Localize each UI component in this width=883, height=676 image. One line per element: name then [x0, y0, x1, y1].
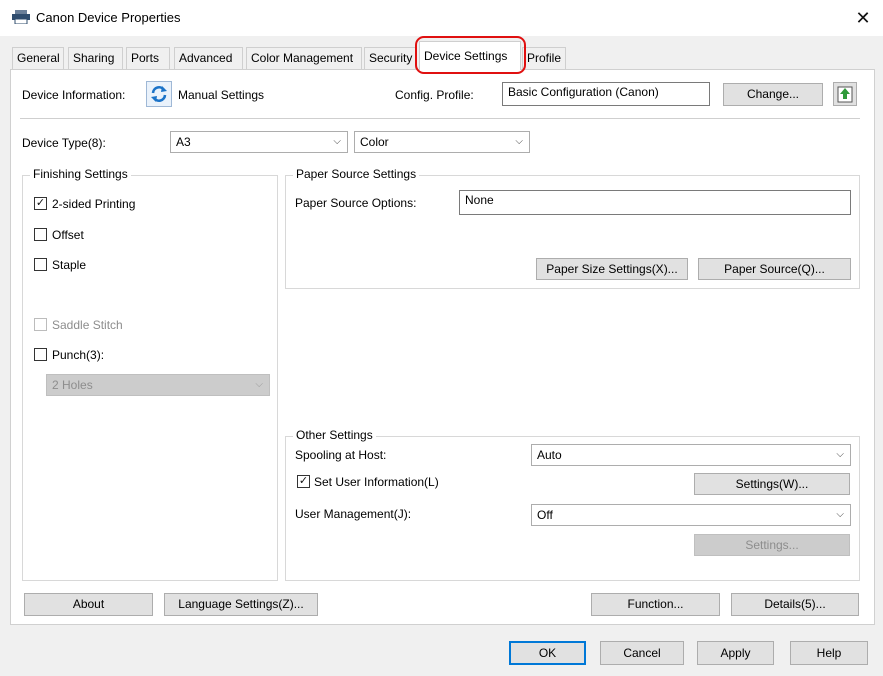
- device-type-label: Device Type(8):: [22, 136, 106, 150]
- settings-w-button[interactable]: Settings(W)...: [694, 473, 850, 495]
- chevron-down-icon: ⌵: [255, 379, 263, 390]
- paper-source-button[interactable]: Paper Source(Q)...: [698, 258, 851, 280]
- ok-button[interactable]: OK: [509, 641, 586, 665]
- set-user-information-checkbox[interactable]: ✓: [297, 475, 310, 488]
- apply-button[interactable]: Apply: [697, 641, 774, 665]
- settings-disabled-button: Settings...: [694, 534, 850, 556]
- spooling-at-host-value: Auto: [537, 448, 562, 462]
- tab-security[interactable]: Security: [364, 47, 416, 69]
- staple-label: Staple: [52, 258, 87, 272]
- punch-label: Punch(3):: [52, 348, 105, 362]
- paper-source-options-label: Paper Source Options:: [295, 196, 417, 210]
- set-user-information-label: Set User Information(L): [314, 475, 439, 489]
- device-info-value: Manual Settings: [178, 88, 265, 102]
- user-management-label: User Management(J):: [295, 507, 412, 521]
- saddle-stitch-label: Saddle Stitch: [52, 318, 123, 332]
- device-type-color-select[interactable]: Color ⌵: [354, 131, 530, 153]
- tab-ports[interactable]: Ports: [126, 47, 170, 69]
- function-button[interactable]: Function...: [591, 593, 720, 616]
- chevron-down-icon: ⌵: [836, 449, 844, 460]
- refresh-icon[interactable]: [146, 81, 172, 107]
- language-settings-button[interactable]: Language Settings(Z)...: [164, 593, 318, 616]
- staple-checkbox[interactable]: [34, 258, 47, 271]
- paper-size-settings-button[interactable]: Paper Size Settings(X)...: [536, 258, 688, 280]
- spooling-at-host-select[interactable]: Auto ⌵: [531, 444, 851, 466]
- device-type-size-value: A3: [176, 135, 191, 149]
- tab-profile[interactable]: Profile: [522, 47, 566, 69]
- device-info-label: Device Information:: [22, 88, 126, 102]
- device-type-size-select[interactable]: A3 ⌵: [170, 131, 348, 153]
- upload-icon[interactable]: [833, 82, 857, 106]
- tab-sharing[interactable]: Sharing: [68, 47, 123, 69]
- help-button[interactable]: Help: [790, 641, 868, 665]
- change-button[interactable]: Change...: [723, 83, 823, 106]
- user-management-select[interactable]: Off ⌵: [531, 504, 851, 526]
- tab-general[interactable]: General: [12, 47, 64, 69]
- details-button[interactable]: Details(5)...: [731, 593, 859, 616]
- punch-checkbox[interactable]: [34, 348, 47, 361]
- tab-device-settings[interactable]: Device Settings: [419, 41, 521, 70]
- chevron-down-icon: ⌵: [333, 136, 341, 147]
- punch-holes-value: 2 Holes: [52, 378, 93, 392]
- config-profile-field[interactable]: Basic Configuration (Canon): [502, 82, 710, 106]
- chevron-down-icon: ⌵: [515, 136, 523, 147]
- paper-source-settings-title: Paper Source Settings: [293, 167, 420, 181]
- header-separator: [20, 118, 860, 119]
- two-sided-printing-checkbox[interactable]: ✓: [34, 197, 47, 210]
- other-settings-title: Other Settings: [293, 428, 376, 442]
- saddle-stitch-checkbox: [34, 318, 47, 331]
- about-button[interactable]: About: [24, 593, 153, 616]
- config-profile-label: Config. Profile:: [395, 88, 474, 102]
- two-sided-printing-label: 2-sided Printing: [52, 197, 136, 211]
- offset-checkbox[interactable]: [34, 228, 47, 241]
- chevron-down-icon: ⌵: [836, 509, 844, 520]
- device-type-color-value: Color: [360, 135, 389, 149]
- cancel-button[interactable]: Cancel: [600, 641, 684, 665]
- offset-label: Offset: [52, 228, 84, 242]
- tab-advanced[interactable]: Advanced: [174, 47, 243, 69]
- finishing-settings-title: Finishing Settings: [30, 167, 131, 181]
- paper-source-options-field[interactable]: None: [459, 190, 851, 215]
- punch-holes-select: 2 Holes ⌵: [46, 374, 270, 396]
- window-title: Canon Device Properties: [36, 10, 181, 25]
- close-button[interactable]: ✕: [848, 4, 878, 32]
- user-management-value: Off: [537, 508, 553, 522]
- printer-icon: [12, 10, 30, 25]
- spooling-at-host-label: Spooling at Host:: [295, 448, 387, 462]
- tab-color-management[interactable]: Color Management: [246, 47, 362, 69]
